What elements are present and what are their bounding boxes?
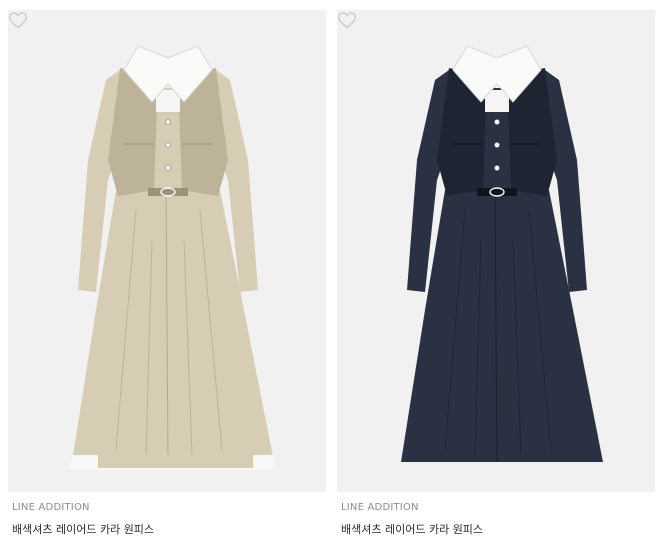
product-name[interactable]: 배색셔츠 레이어드 카라 원피스 bbox=[341, 521, 483, 537]
product-brand[interactable]: LINE ADDITION bbox=[12, 502, 90, 513]
product-brand[interactable]: LINE ADDITION bbox=[341, 502, 419, 513]
dress-illustration bbox=[70, 45, 276, 470]
product-name[interactable]: 배색셔츠 레이어드 카라 원피스 bbox=[12, 521, 154, 537]
product-card[interactable]: LINE ADDITION 배색셔츠 레이어드 카라 원피스 bbox=[337, 0, 655, 543]
product-grid: LINE ADDITION 배색셔츠 레이어드 카라 원피스 LINE ADDI… bbox=[0, 0, 657, 543]
product-image[interactable] bbox=[8, 10, 326, 492]
product-image[interactable] bbox=[337, 10, 655, 492]
wishlist-heart-icon[interactable] bbox=[8, 10, 28, 30]
product-card[interactable]: LINE ADDITION 배색셔츠 레이어드 카라 원피스 bbox=[8, 0, 326, 543]
dress-illustration bbox=[401, 45, 603, 463]
wishlist-heart-icon[interactable] bbox=[337, 10, 357, 30]
